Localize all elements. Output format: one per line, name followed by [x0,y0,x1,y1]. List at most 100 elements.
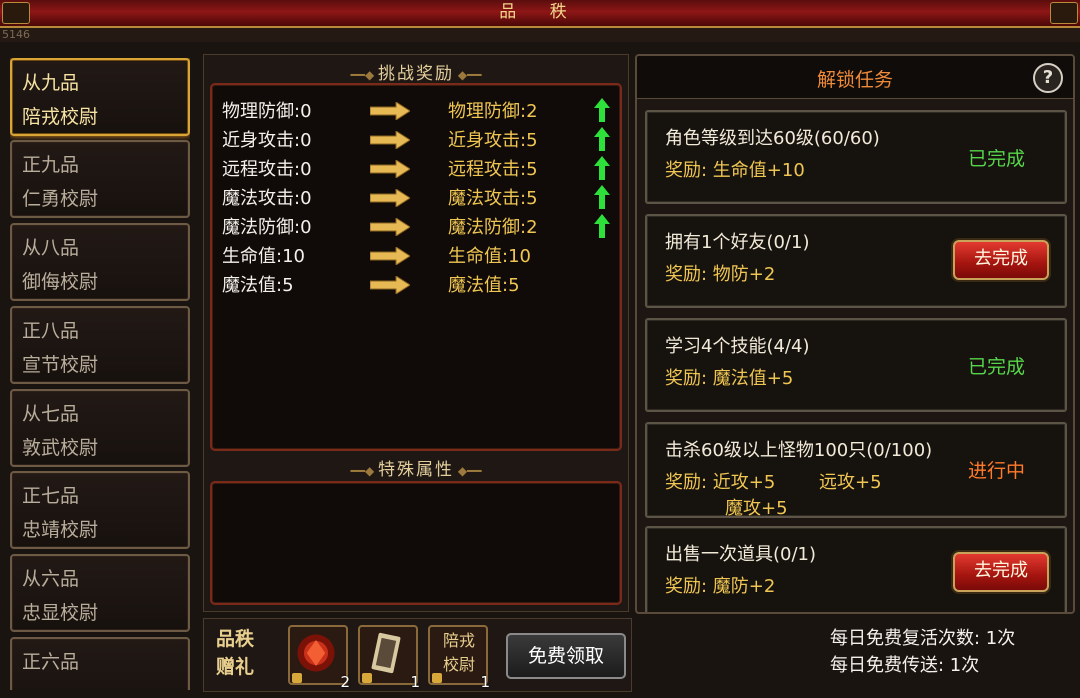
gift-item-slot[interactable]: 1 [358,625,420,691]
special-attribute-box [210,481,622,605]
red-gem-icon [297,634,335,672]
reward-row: 近身攻击:0 近身攻击:5 [222,126,612,154]
task-card: 拥有1个好友(0/1) 奖励: 物防+2 去完成 [645,214,1067,308]
attribute-panel: ━━◆ 挑战奖励 ◆━━ 物理防御:0 物理防御:2 近身攻击:0 近身攻击:5… [203,54,629,612]
rank-item-6[interactable]: 从六品 忠显校尉 [10,554,190,632]
task-reward: 奖励: 生命值+10 [665,160,805,181]
next-value: 生命值:10 [448,246,531,267]
next-value: 魔法值:5 [448,275,520,296]
current-value: 生命值:10 [222,246,305,267]
challenge-reward-title: 挑战奖励 [378,64,454,84]
task-reward-extra: 远攻+5 [819,472,882,493]
next-value: 物理防御:2 [448,101,538,122]
task-name: 拥有1个好友(0/1) [665,232,810,253]
ornament-right-icon: ◆━━ [454,464,482,478]
rank-title: 忠显校尉 [22,602,99,624]
current-value: 魔法攻击:0 [222,188,312,209]
unlock-task-panel: 解锁任务 ? 角色等级到达60级(60/60) 奖励: 生命值+10 已完成 拥… [635,54,1075,614]
help-icon[interactable]: ? [1033,63,1063,93]
rank-list[interactable]: 从九品 陪戎校尉 正九品 仁勇校尉 从八品 御侮校尉 正八品 宣节校尉 从七品 … [10,58,190,690]
arrow-right-icon [370,247,410,265]
task-reward: 奖励: 近攻+5 [665,472,776,493]
rank-grade: 从八品 [22,237,80,259]
arrow-right-icon [370,131,410,149]
green-up-arrow-icon [594,214,610,238]
green-up-arrow-icon [594,98,610,122]
gift-item-slot[interactable]: 陪戎 校尉 1 [428,625,490,691]
lock-icon [362,673,372,683]
task-reward: 奖励: 魔法值+5 [665,368,794,389]
rank-title: 御侮校尉 [22,271,99,293]
task-name: 出售一次道具(0/1) [665,544,817,565]
current-value: 近身攻击:0 [222,130,312,151]
task-name: 学习4个技能(4/4) [665,336,810,357]
rank-item-1[interactable]: 正九品 仁勇校尉 [10,140,190,218]
next-value: 近身攻击:5 [448,130,538,151]
green-up-arrow-icon [594,185,610,209]
rank-item-5[interactable]: 正七品 忠靖校尉 [10,471,190,549]
lock-icon [432,673,442,683]
green-up-arrow-icon [594,127,610,151]
rank-gift-label-line1: 品秩 [216,628,255,650]
rank-grade: 正九品 [22,154,80,176]
rank-grade: 正八品 [22,320,80,342]
arrow-right-icon [370,276,410,294]
reward-row: 远程攻击:0 远程攻击:5 [222,155,612,183]
ornament-right-icon: ◆━━ [454,68,482,82]
challenge-reward-header: ━━◆ 挑战奖励 ◆━━ [204,59,628,84]
task-card: 击杀60级以上怪物100只(0/100) 奖励: 近攻+5 远攻+5 魔攻+5 … [645,422,1067,519]
window-title: 品 秩 [499,2,581,22]
arrow-right-icon [370,189,410,207]
rank-grade: 正六品 [22,651,80,673]
title-bar-right-ornament [1050,2,1078,24]
arrow-right-icon [370,218,410,236]
rank-grade: 正七品 [22,485,80,507]
daily-free-revive: 每日免费复活次数: 1次 [830,628,1016,649]
rank-item-4[interactable]: 从七品 敦武校尉 [10,389,190,467]
rank-title: 敦武校尉 [22,437,99,459]
rank-grade: 从九品 [22,72,80,94]
rank-item-0[interactable]: 从九品 陪戎校尉 [10,58,190,136]
unlock-task-header: 解锁任务 ? [637,56,1073,99]
go-complete-button[interactable]: 去完成 [953,240,1049,280]
task-reward: 奖励: 物防+2 [665,264,776,285]
ornament-left-icon: ━━◆ [350,68,378,82]
task-status: 进行中 [967,460,1025,482]
go-complete-button[interactable]: 去完成 [953,552,1049,592]
rank-title-icon: 陪戎 校尉 [434,629,484,677]
task-status: 已完成 [967,148,1025,170]
unlock-task-title: 解锁任务 [816,69,893,91]
task-reward-extra: 魔攻+5 [725,498,788,519]
task-card: 学习4个技能(4/4) 奖励: 魔法值+5 已完成 [645,318,1067,412]
lock-icon [292,673,302,683]
current-value: 魔法值:5 [222,275,294,296]
item-count: 1 [480,673,490,691]
next-value: 魔法防御:2 [448,217,538,238]
task-reward: 奖励: 魔防+2 [665,576,776,597]
free-claim-button[interactable]: 免费领取 [506,633,626,679]
reward-row: 物理防御:0 物理防御:2 [222,97,612,125]
rank-item-3[interactable]: 正八品 宣节校尉 [10,306,190,384]
task-card: 出售一次道具(0/1) 奖励: 魔防+2 去完成 [645,526,1067,612]
challenge-reward-box: 物理防御:0 物理防御:2 近身攻击:0 近身攻击:5 远程攻击:0 远程攻击:… [210,83,622,451]
arrow-right-icon [370,160,410,178]
rank-grade: 从七品 [22,403,80,425]
next-value: 魔法攻击:5 [448,188,538,209]
reward-row: 魔法攻击:0 魔法攻击:5 [222,184,612,212]
next-value: 远程攻击:5 [448,159,538,180]
rank-gift-label-line2: 赠礼 [216,656,255,678]
rank-gift-bar: 品秩 赠礼 2 1 陪戎 校尉 1 免费领取 [203,618,632,692]
task-name: 击杀60级以上怪物100只(0/100) [665,440,933,461]
green-up-arrow-icon [594,156,610,180]
gift-item-slot[interactable]: 2 [288,625,350,691]
reward-row: 魔法防御:0 魔法防御:2 [222,213,612,241]
rank-item-2[interactable]: 从八品 御侮校尉 [10,223,190,301]
special-attribute-header: ━━◆ 特殊属性 ◆━━ [204,455,628,480]
task-card: 角色等级到达60级(60/60) 奖励: 生命值+10 已完成 [645,110,1067,204]
rank-title: 仁勇校尉 [22,188,99,210]
rank-item-7[interactable]: 正六品 [10,637,190,690]
title-bar: 品 秩 [0,0,1080,28]
rank-title: 宣节校尉 [22,354,99,376]
current-value: 远程攻击:0 [222,159,312,180]
arrow-right-icon [370,102,410,120]
